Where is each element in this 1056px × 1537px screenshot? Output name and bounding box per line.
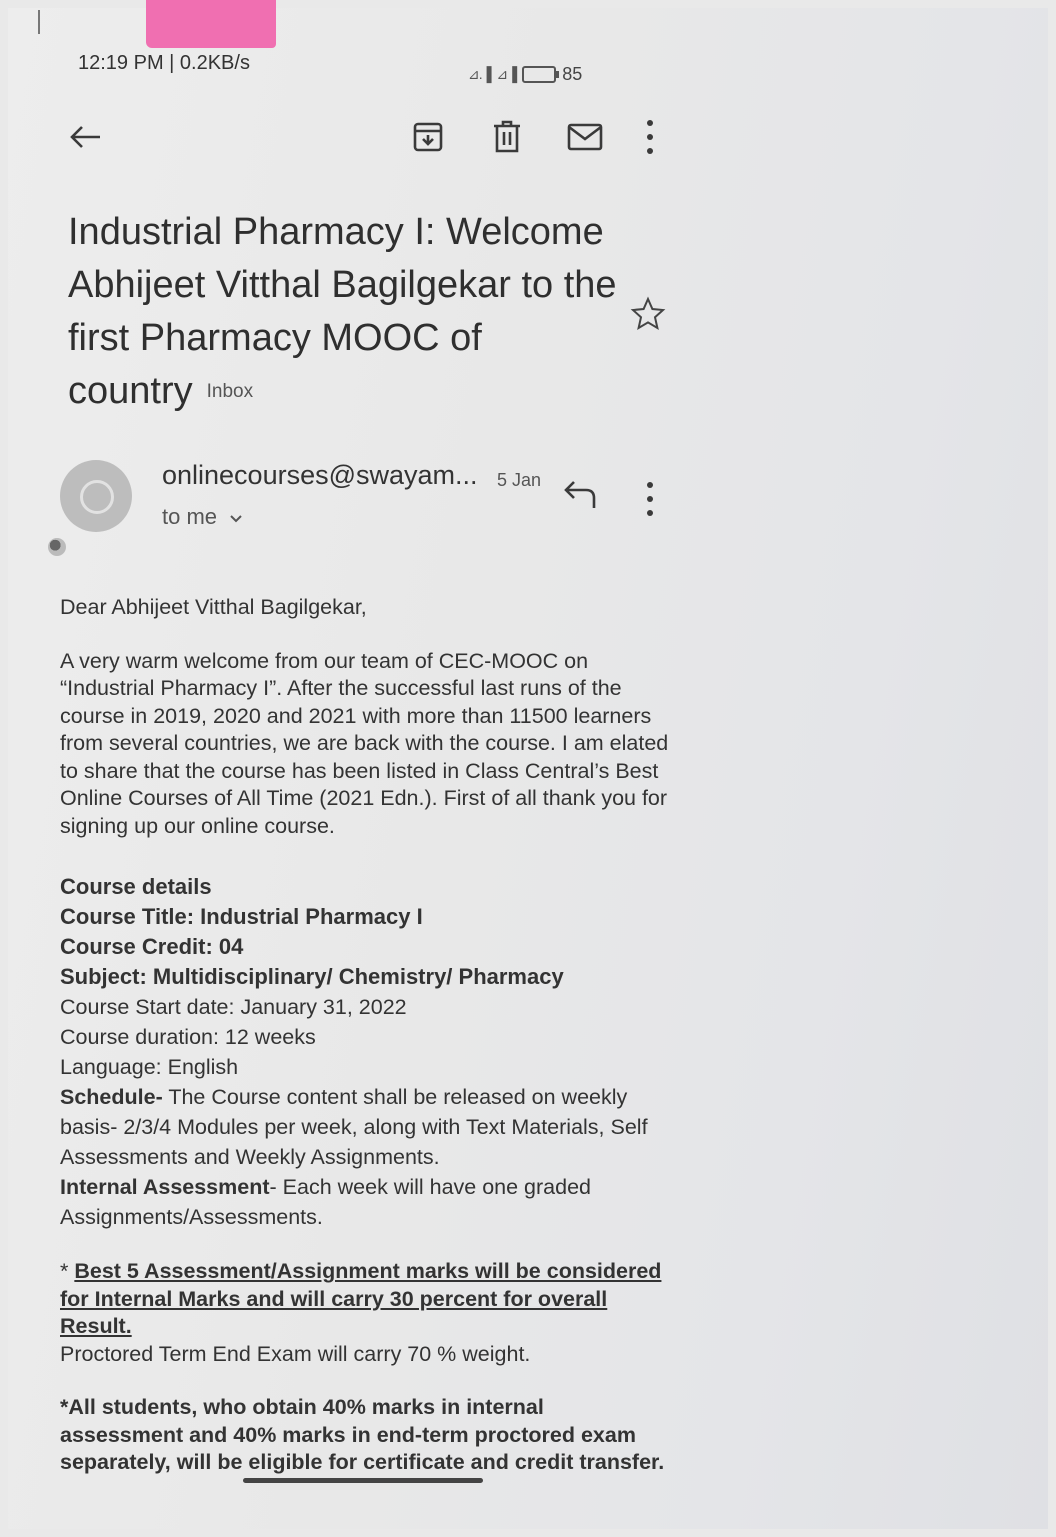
- proctored-note: Proctored Term End Exam will carry 70 % …: [60, 1341, 531, 1366]
- more-vertical-icon: [647, 510, 653, 516]
- greeting: Dear Abhijeet Vitthal Bagilgekar,: [60, 595, 367, 619]
- sticky-note: [146, 0, 276, 48]
- more-vertical-icon: [647, 148, 653, 154]
- arrow-left-icon: [70, 126, 100, 148]
- more-vertical-icon: [647, 496, 653, 502]
- best-five-text: Best 5 Assessment/Assignment marks will …: [60, 1259, 662, 1338]
- reply-icon: [564, 481, 596, 508]
- sender-address: onlinecourses@swayam...: [162, 460, 478, 490]
- course-subject: Subject: Multidisciplinary/ Chemistry/ P…: [60, 964, 564, 989]
- more-options-button[interactable]: [625, 112, 675, 162]
- delete-button[interactable]: [482, 112, 532, 162]
- envelope-icon: [567, 123, 603, 151]
- gesture-home-bar[interactable]: [243, 1478, 483, 1483]
- subject-text: Industrial Pharmacy I: Welcome Abhijeet …: [68, 211, 617, 412]
- course-credit: Course Credit: 04: [60, 934, 244, 959]
- assessment-label: Internal Assessment: [60, 1175, 270, 1199]
- message-more-button[interactable]: [632, 478, 668, 520]
- back-button[interactable]: [60, 112, 110, 162]
- email-date: 5 Jan: [497, 470, 542, 490]
- schedule-label: Schedule-: [60, 1085, 163, 1109]
- signal-icon: ⊿.▐: [468, 66, 492, 82]
- battery-level: 85: [562, 64, 583, 84]
- recipient-details[interactable]: to me: [162, 504, 243, 530]
- star-icon: [630, 296, 666, 331]
- course-duration: Course duration: 12 weeks: [60, 1025, 316, 1049]
- email-subject: Industrial Pharmacy I: Welcome Abhijeet …: [68, 206, 628, 418]
- inbox-label[interactable]: Inbox: [207, 381, 253, 402]
- status-bar: 12:19 PM | 0.2KB/s ⊿.▐ ⊿▐ 85: [78, 52, 678, 86]
- signal-4g-icon: ⊿▐: [496, 66, 518, 82]
- course-title: Course Title: Industrial Pharmacy I: [60, 904, 423, 929]
- status-icons: ⊿.▐ ⊿▐ 85: [468, 64, 582, 85]
- chevron-down-icon: [230, 515, 242, 523]
- more-vertical-icon: [647, 134, 653, 140]
- eligibility-note: *All students, who obtain 40% marks in i…: [60, 1395, 665, 1474]
- sender-avatar[interactable]: [60, 460, 132, 532]
- mark-unread-button[interactable]: [560, 112, 610, 162]
- email-body: Dear Abhijeet Vitthal Bagilgekar, A very…: [60, 594, 670, 1477]
- course-schedule: Schedule- The Course content shall be re…: [60, 1082, 670, 1172]
- course-details-heading: Course details: [60, 874, 212, 899]
- intro-paragraph: A very warm welcome from our team of CEC…: [60, 648, 669, 838]
- battery-icon: [522, 66, 560, 83]
- more-vertical-icon: [647, 120, 653, 126]
- internal-assessment: Internal Assessment- Each week will have…: [60, 1172, 670, 1232]
- course-language: Language: English: [60, 1055, 239, 1079]
- pen-mark: [38, 10, 40, 34]
- best-five-note: * Best 5 Assessment/Assignment marks wil…: [60, 1258, 670, 1341]
- status-time: 12:19 PM | 0.2KB/s: [78, 52, 250, 74]
- best-five-prefix: *: [60, 1259, 75, 1283]
- star-button[interactable]: [630, 296, 670, 336]
- archive-button[interactable]: [403, 112, 453, 162]
- archive-icon: [413, 122, 443, 152]
- trash-icon: [494, 120, 520, 153]
- smudge-mark: [48, 538, 66, 556]
- recipient-text: to me: [162, 504, 218, 529]
- reply-button[interactable]: [562, 478, 604, 520]
- email-toolbar: [60, 112, 680, 172]
- course-start-date: Course Start date: January 31, 2022: [60, 995, 407, 1019]
- more-vertical-icon: [647, 482, 653, 488]
